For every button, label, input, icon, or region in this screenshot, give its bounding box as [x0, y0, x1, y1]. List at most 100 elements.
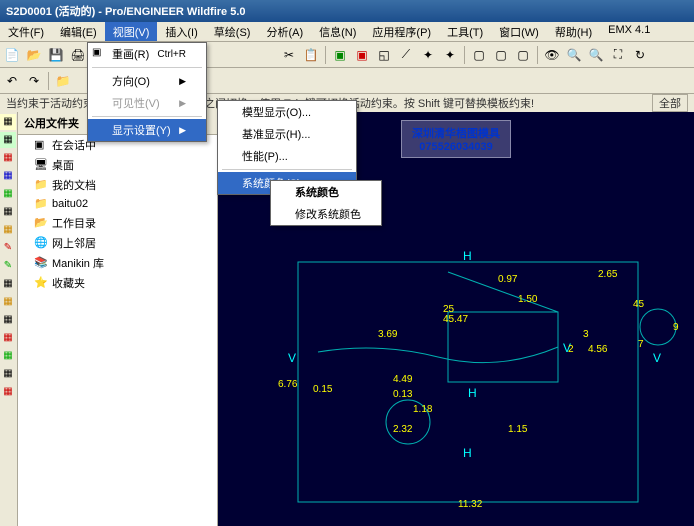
tree-item-desktop[interactable]: 🖥桌面: [18, 155, 217, 175]
menu-repaint[interactable]: ▣ 重画(R) Ctrl+R: [88, 43, 206, 65]
point-icon[interactable]: ✦: [418, 45, 438, 65]
save-icon[interactable]: 💾: [46, 45, 66, 65]
svg-text:6.76: 6.76: [278, 379, 298, 390]
arrow-icon: ▶: [179, 98, 186, 109]
tooltip-title: 系统颜色: [271, 181, 381, 203]
view-dropdown: ▣ 重画(R) Ctrl+R 方向(O) ▶ 可见性(V) ▶ 显示设置(Y) …: [87, 42, 207, 142]
svg-text:9: 9: [673, 322, 679, 333]
network-icon: 🌐: [34, 236, 48, 250]
svg-text:2: 2: [568, 344, 574, 355]
tool-icon[interactable]: ▦: [0, 348, 16, 364]
docs-icon: 📁: [34, 178, 48, 192]
svg-text:H: H: [463, 249, 472, 263]
svg-text:H: H: [468, 386, 477, 400]
tree-item-favorites[interactable]: ⭐收藏夹: [18, 273, 217, 293]
window-title: S2D0001 (活动的) - Pro/ENGINEER Wildfire 5.…: [6, 3, 246, 19]
folder-icon: 📁: [34, 197, 48, 211]
tool-icon[interactable]: ▦: [0, 294, 16, 310]
separator: [92, 67, 202, 68]
tool-icon[interactable]: ▦: [0, 168, 16, 184]
menu-window[interactable]: 窗口(W): [491, 22, 547, 41]
svg-text:H: H: [463, 446, 472, 460]
menu-insert[interactable]: 插入(I): [157, 22, 205, 41]
menu-edit[interactable]: 编辑(E): [52, 22, 105, 41]
view-icon[interactable]: 👁: [542, 45, 562, 65]
select-icon[interactable]: ▣: [330, 45, 350, 65]
separator: [464, 46, 465, 64]
menu-app[interactable]: 应用程序(P): [364, 22, 439, 41]
svg-text:0.13: 0.13: [393, 389, 413, 400]
folder-tree: 公用文件夹 ▣在会话中 🖥桌面 📁我的文档 📁baitu02 📂工作目录 🌐网上…: [18, 112, 218, 526]
tool-icon[interactable]: ▦: [0, 114, 16, 130]
axis-icon[interactable]: ⟋: [396, 45, 416, 65]
menu-display-settings[interactable]: 显示设置(Y) ▶: [88, 119, 206, 141]
separator: [537, 46, 538, 64]
hidden-icon[interactable]: ▢: [491, 45, 511, 65]
fit-icon[interactable]: ⛶: [608, 45, 628, 65]
menu-help[interactable]: 帮助(H): [547, 22, 600, 41]
svg-text:45.47: 45.47: [443, 314, 468, 325]
desktop-icon: 🖥: [34, 158, 48, 172]
menu-performance[interactable]: 性能(P)...: [218, 145, 356, 167]
tree-item-baitu[interactable]: 📁baitu02: [18, 195, 217, 213]
tree-item-manikin[interactable]: 📚Manikin 库: [18, 253, 217, 273]
menu-direction[interactable]: 方向(O) ▶: [88, 70, 206, 92]
tool-icon[interactable]: ▦: [0, 186, 16, 202]
menu-analysis[interactable]: 分析(A): [258, 22, 311, 41]
menu-sketch[interactable]: 草绘(S): [206, 22, 259, 41]
zoom-in-icon[interactable]: 🔍: [564, 45, 584, 65]
watermark-line2: 075526034039: [412, 141, 500, 153]
tree-item-mydocs[interactable]: 📁我的文档: [18, 175, 217, 195]
tool-icon[interactable]: ✎: [0, 258, 16, 274]
tool-icon[interactable]: ▦: [0, 384, 16, 400]
svg-text:0.97: 0.97: [498, 274, 518, 285]
tool-icon[interactable]: ▦: [0, 366, 16, 382]
plane-icon[interactable]: ◱: [374, 45, 394, 65]
svg-text:25: 25: [443, 304, 455, 315]
svg-text:2.65: 2.65: [598, 269, 618, 280]
svg-text:4.56: 4.56: [588, 344, 608, 355]
tool-icon[interactable]: ▦: [0, 276, 16, 292]
status-filter[interactable]: 全部: [652, 94, 688, 112]
svg-text:45: 45: [633, 299, 645, 310]
svg-text:1.15: 1.15: [508, 424, 528, 435]
wireframe-icon[interactable]: ▢: [469, 45, 489, 65]
tool-icon[interactable]: ▦: [0, 222, 16, 238]
copy-icon[interactable]: 📋: [301, 45, 321, 65]
menu-model-display[interactable]: 模型显示(O)...: [218, 101, 356, 123]
svg-text:11.32: 11.32: [458, 499, 483, 510]
open-icon[interactable]: 📂: [24, 45, 44, 65]
redo-icon[interactable]: ↷: [24, 71, 44, 91]
csys-icon[interactable]: ✦: [440, 45, 460, 65]
tool-icon[interactable]: ▦: [0, 150, 16, 166]
tool-icon[interactable]: ▦: [0, 204, 16, 220]
undo-icon[interactable]: ↶: [2, 71, 22, 91]
tree-item-workdir[interactable]: 📂工作目录: [18, 213, 217, 233]
tool-icon[interactable]: ✎: [0, 240, 16, 256]
shaded-icon[interactable]: ▢: [513, 45, 533, 65]
separator: [222, 169, 352, 170]
tree-item-network[interactable]: 🌐网上邻居: [18, 233, 217, 253]
watermark-line1: 深圳清华梧图模具: [412, 125, 500, 141]
print-icon[interactable]: 🖨: [68, 45, 88, 65]
menu-file[interactable]: 文件(F): [0, 22, 52, 41]
tool-icon[interactable]: ▦: [0, 312, 16, 328]
menu-emx[interactable]: EMX 4.1: [600, 22, 658, 41]
tool-icon[interactable]: ▦: [0, 330, 16, 346]
rotate-icon[interactable]: ↻: [630, 45, 650, 65]
svg-text:2.32: 2.32: [393, 424, 413, 435]
menu-view[interactable]: 视图(V): [105, 22, 158, 41]
new-icon[interactable]: 📄: [2, 45, 22, 65]
colors-tooltip: 系统颜色 修改系统颜色: [270, 180, 382, 226]
arrow-icon: ▶: [179, 125, 186, 136]
filter-icon[interactable]: 📁: [53, 71, 73, 91]
select2-icon[interactable]: ▣: [352, 45, 372, 65]
tool-icon[interactable]: ▦: [0, 132, 16, 148]
cut-icon[interactable]: ✂: [279, 45, 299, 65]
zoom-out-icon[interactable]: 🔍: [586, 45, 606, 65]
star-icon: ⭐: [34, 276, 48, 290]
menu-tools[interactable]: 工具(T): [439, 22, 491, 41]
session-icon: ▣: [34, 138, 48, 152]
menu-info[interactable]: 信息(N): [311, 22, 364, 41]
menu-datum-display[interactable]: 基准显示(H)...: [218, 123, 356, 145]
